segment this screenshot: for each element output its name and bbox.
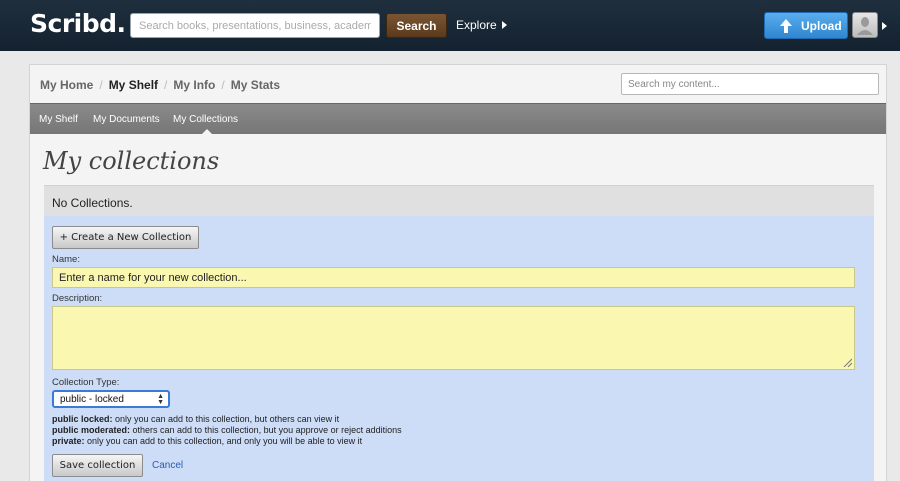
cancel-link[interactable]: Cancel — [152, 460, 183, 471]
sub-navigation: My Shelf My Documents My Collections — [30, 103, 886, 135]
type-description-public-locked: public locked: only you can add to this … — [52, 414, 339, 424]
type-text: only you can add to this collection, but… — [112, 414, 340, 424]
global-search-input[interactable] — [130, 13, 380, 38]
crumb-my-shelf[interactable]: My Shelf — [109, 78, 158, 92]
crumb-separator: / — [99, 78, 103, 92]
user-silhouette-icon — [857, 17, 873, 35]
upload-label: Upload — [801, 18, 842, 33]
crumb-my-info[interactable]: My Info — [173, 78, 215, 92]
page-title: My collections — [43, 147, 220, 175]
collection-type-value: public - locked — [60, 393, 124, 405]
account-caret-icon[interactable] — [882, 22, 887, 30]
create-collection-button[interactable]: + Create a New Collection — [52, 226, 199, 249]
scribd-logo[interactable]: Scribd. — [30, 9, 126, 38]
caret-right-icon — [501, 21, 507, 29]
upload-button[interactable]: Upload — [764, 12, 848, 39]
top-bar: Scribd. Search Explore Upload — [0, 0, 900, 51]
empty-state-message: No Collections. — [44, 185, 874, 216]
content-search-input[interactable] — [621, 73, 879, 95]
description-label: Description: — [52, 293, 103, 304]
breadcrumb: My Home / My Shelf / My Info / My Stats — [40, 78, 280, 92]
type-term: private: — [52, 436, 85, 446]
crumb-separator: / — [221, 78, 225, 92]
resize-grip-icon[interactable] — [842, 357, 852, 367]
save-collection-button[interactable]: Save collection — [52, 454, 143, 477]
type-text: only you can add to this collection, and… — [84, 436, 363, 446]
name-label: Name: — [52, 254, 80, 265]
type-term: public locked: — [52, 414, 113, 424]
new-collection-form: + Create a New Collection Name: Descript… — [44, 216, 874, 481]
explore-label: Explore — [456, 18, 497, 32]
crumb-my-stats[interactable]: My Stats — [231, 78, 280, 92]
active-tab-pointer — [201, 129, 213, 135]
crumb-my-home[interactable]: My Home — [40, 78, 93, 92]
subnav-my-collections[interactable]: My Collections — [173, 114, 238, 125]
search-button[interactable]: Search — [386, 13, 447, 38]
type-term: public moderated: — [52, 425, 131, 435]
main-panel: My Home / My Shelf / My Info / My Stats … — [29, 64, 887, 481]
subnav-my-documents[interactable]: My Documents — [93, 114, 160, 125]
explore-menu[interactable]: Explore — [456, 18, 507, 32]
subnav-my-shelf[interactable]: My Shelf — [39, 114, 78, 125]
collection-type-label: Collection Type: — [52, 377, 120, 388]
type-text: others can add to this collection, but y… — [130, 425, 402, 435]
crumb-separator: / — [164, 78, 168, 92]
upload-arrow-icon — [779, 18, 793, 34]
type-description-private: private: only you can add to this collec… — [52, 436, 362, 446]
collection-type-select[interactable]: public - locked ▲ ▼ — [52, 390, 170, 408]
avatar[interactable] — [852, 12, 878, 38]
collection-description-input[interactable] — [52, 306, 855, 370]
select-arrows-icon: ▲ ▼ — [157, 393, 164, 406]
type-description-public-moderated: public moderated: others can add to this… — [52, 425, 402, 435]
collection-name-input[interactable] — [52, 267, 855, 288]
